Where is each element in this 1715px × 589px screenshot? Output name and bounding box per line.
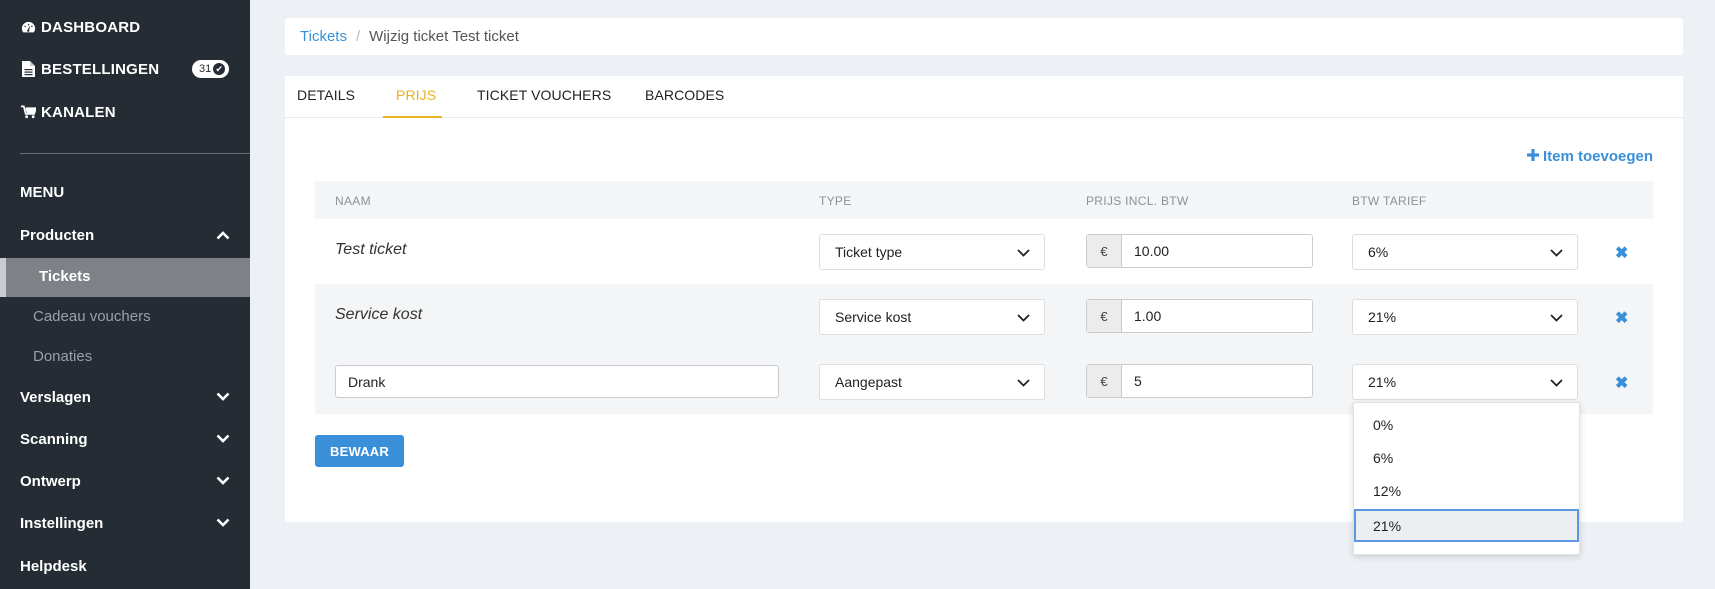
chevron-down-icon bbox=[1550, 374, 1563, 390]
nav-ontwerp-label: Ontwerp bbox=[20, 472, 81, 490]
table-row: Service kost Service kost € 1.00 21% ✖ bbox=[315, 284, 1653, 349]
sidebar-item-cadeau-vouchers[interactable]: Cadeau vouchers bbox=[33, 308, 151, 325]
row-name: Service kost bbox=[335, 306, 423, 323]
breadcrumb-separator: / bbox=[355, 28, 361, 45]
tab-bar: DETAILS PRIJS TICKET VOUCHERS BARCODES bbox=[285, 76, 1683, 118]
item-name-input[interactable]: Drank bbox=[335, 365, 779, 398]
nav-kanalen-label: KANALEN bbox=[41, 103, 116, 121]
price-value: 5 bbox=[1134, 373, 1142, 389]
row-name: Test ticket bbox=[335, 241, 407, 258]
price-table: NAAM TYPE PRIJS INCL. BTW BTW TARIEF Tes… bbox=[315, 181, 1653, 414]
price-value: 10.00 bbox=[1134, 243, 1170, 259]
price-input[interactable]: € 5 bbox=[1086, 364, 1313, 398]
document-icon bbox=[20, 61, 36, 77]
nav-scanning[interactable]: Scanning bbox=[20, 429, 230, 449]
column-header-naam: NAAM bbox=[335, 194, 371, 208]
vat-select-value: 21% bbox=[1368, 374, 1397, 390]
nav-kanalen[interactable]: KANALEN bbox=[20, 102, 116, 122]
chevron-down-icon bbox=[1017, 309, 1030, 325]
vat-option[interactable]: 12% bbox=[1354, 474, 1579, 507]
price-input[interactable]: € 1.00 bbox=[1086, 299, 1313, 333]
nav-bestellingen-label: BESTELLINGEN bbox=[41, 60, 160, 78]
nav-dashboard[interactable]: DASHBOARD bbox=[20, 17, 140, 37]
currency-addon: € bbox=[1087, 235, 1122, 267]
chevron-down-icon bbox=[1017, 374, 1030, 390]
nav-dashboard-label: DASHBOARD bbox=[41, 18, 141, 36]
currency-addon: € bbox=[1087, 300, 1122, 332]
tab-details[interactable]: DETAILS bbox=[297, 87, 355, 103]
currency-addon: € bbox=[1087, 365, 1122, 397]
nav-helpdesk[interactable]: Helpdesk bbox=[20, 556, 230, 576]
plus-icon bbox=[1526, 148, 1539, 165]
vat-select[interactable]: 21% bbox=[1352, 299, 1578, 335]
item-name-value: Drank bbox=[348, 373, 386, 390]
chevron-down-icon bbox=[1550, 309, 1563, 325]
nav-ontwerp[interactable]: Ontwerp bbox=[20, 471, 230, 491]
nav-scanning-label: Scanning bbox=[20, 430, 88, 448]
sidebar-item-tickets[interactable]: Tickets bbox=[0, 258, 250, 297]
vat-option-selected[interactable]: 21% bbox=[1354, 509, 1579, 542]
type-select-value: Service kost bbox=[835, 309, 912, 325]
table-header: NAAM TYPE PRIJS INCL. BTW BTW TARIEF bbox=[315, 181, 1653, 219]
nav-bestellingen[interactable]: BESTELLINGEN bbox=[20, 59, 159, 79]
check-circle-icon: ✔ bbox=[213, 63, 226, 75]
nav-producten[interactable]: Producten bbox=[20, 225, 230, 245]
tab-ticket-vouchers[interactable]: TICKET VOUCHERS bbox=[477, 87, 611, 103]
column-header-type: TYPE bbox=[819, 194, 852, 208]
active-indicator bbox=[0, 258, 6, 297]
cart-icon bbox=[20, 104, 36, 120]
type-select-value: Ticket type bbox=[835, 244, 903, 260]
chevron-down-icon bbox=[1550, 244, 1563, 260]
orders-count: 31 bbox=[199, 63, 212, 75]
tab-barcodes[interactable]: BARCODES bbox=[645, 87, 724, 103]
chevron-down-icon bbox=[216, 434, 230, 444]
add-item-label: Item toevoegen bbox=[1542, 148, 1653, 165]
vat-dropdown-menu: 0% 6% 12% 21% bbox=[1353, 402, 1580, 555]
menu-header: MENU bbox=[20, 184, 65, 201]
breadcrumb-tickets-link[interactable]: Tickets bbox=[300, 28, 347, 45]
type-select-value: Aangepast bbox=[835, 374, 902, 390]
sidebar-item-tickets-label: Tickets bbox=[39, 268, 91, 285]
sidebar: DASHBOARD BESTELLINGEN 31 ✔ KANALEN MENU… bbox=[0, 0, 250, 589]
vat-option[interactable]: 0% bbox=[1354, 408, 1579, 441]
active-tab-underline bbox=[383, 116, 442, 118]
chevron-down-icon bbox=[216, 476, 230, 486]
sidebar-item-donaties[interactable]: Donaties bbox=[33, 348, 92, 365]
vat-select[interactable]: 6% bbox=[1352, 234, 1578, 270]
nav-verslagen[interactable]: Verslagen bbox=[20, 387, 230, 407]
sidebar-divider bbox=[20, 153, 250, 154]
breadcrumb-current: Wijzig ticket Test ticket bbox=[369, 28, 519, 45]
nav-instellingen-label: Instellingen bbox=[20, 514, 104, 532]
price-value: 1.00 bbox=[1134, 308, 1162, 324]
vat-option[interactable]: 6% bbox=[1354, 441, 1579, 474]
nav-helpdesk-label: Helpdesk bbox=[20, 557, 87, 575]
table-row: Test ticket Ticket type € 10.00 6% ✖ bbox=[315, 219, 1653, 284]
save-button[interactable]: BEWAAR bbox=[315, 435, 404, 467]
orders-count-badge: 31 ✔ bbox=[192, 60, 230, 78]
nav-verslagen-label: Verslagen bbox=[20, 388, 91, 406]
tab-prijs[interactable]: PRIJS bbox=[396, 87, 436, 103]
chevron-up-icon bbox=[216, 230, 230, 240]
remove-row-icon[interactable]: ✖ bbox=[1615, 373, 1628, 393]
vat-select-value: 6% bbox=[1368, 244, 1389, 260]
nav-producten-label: Producten bbox=[20, 226, 95, 244]
chevron-down-icon bbox=[216, 518, 230, 528]
chevron-down-icon bbox=[216, 392, 230, 402]
column-header-btw: BTW TARIEF bbox=[1352, 194, 1427, 208]
chevron-down-icon bbox=[1017, 244, 1030, 260]
vat-select[interactable]: 21% bbox=[1352, 364, 1578, 400]
remove-row-icon[interactable]: ✖ bbox=[1615, 243, 1628, 263]
dashboard-icon bbox=[20, 19, 36, 35]
type-select[interactable]: Service kost bbox=[819, 299, 1045, 335]
add-item-button[interactable]: Item toevoegen bbox=[1526, 148, 1653, 165]
breadcrumb: Tickets / Wijzig ticket Test ticket bbox=[285, 18, 1683, 55]
type-select[interactable]: Ticket type bbox=[819, 234, 1045, 270]
remove-row-icon[interactable]: ✖ bbox=[1615, 308, 1628, 328]
column-header-prijs: PRIJS INCL. BTW bbox=[1086, 194, 1189, 208]
nav-instellingen[interactable]: Instellingen bbox=[20, 513, 230, 533]
price-input[interactable]: € 10.00 bbox=[1086, 234, 1313, 268]
type-select[interactable]: Aangepast bbox=[819, 364, 1045, 400]
vat-select-value: 21% bbox=[1368, 309, 1397, 325]
